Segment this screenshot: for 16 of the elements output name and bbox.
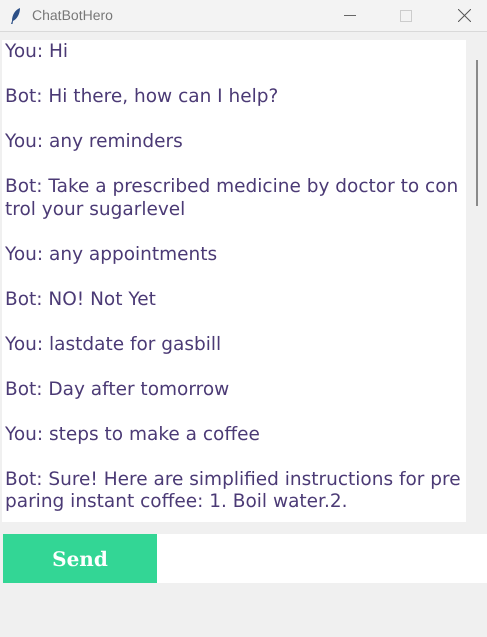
send-button[interactable]: Send — [3, 534, 157, 583]
window-title: ChatBotHero — [32, 6, 113, 25]
chat-message: You: lastdate for gasbill — [5, 334, 222, 356]
chat-message: You: steps to make a coffee — [5, 424, 261, 446]
chat-message: You: any reminders — [5, 131, 184, 154]
minimize-icon[interactable] — [344, 14, 356, 16]
chat-message: Bot: Take a prescribed medicine by doctor to control your sugarlevel — [5, 176, 460, 221]
chat-message: Bot: NO! Not Yet — [5, 288, 157, 311]
feather-icon — [10, 6, 22, 24]
chat-message: Bot: Sure! Here are simplified instructions for preparing instant coffee: 1. Boil water.2. — [5, 468, 462, 514]
chat-message: Bot: Hi there, how can I help? — [5, 86, 280, 108]
chat-message: Bot: Day after tomorrow — [5, 378, 230, 401]
message-input[interactable] — [157, 534, 487, 583]
close-icon[interactable] — [458, 9, 471, 22]
chat-message: You: any appointments — [5, 244, 218, 266]
chat-message: You: Hi — [5, 41, 70, 64]
